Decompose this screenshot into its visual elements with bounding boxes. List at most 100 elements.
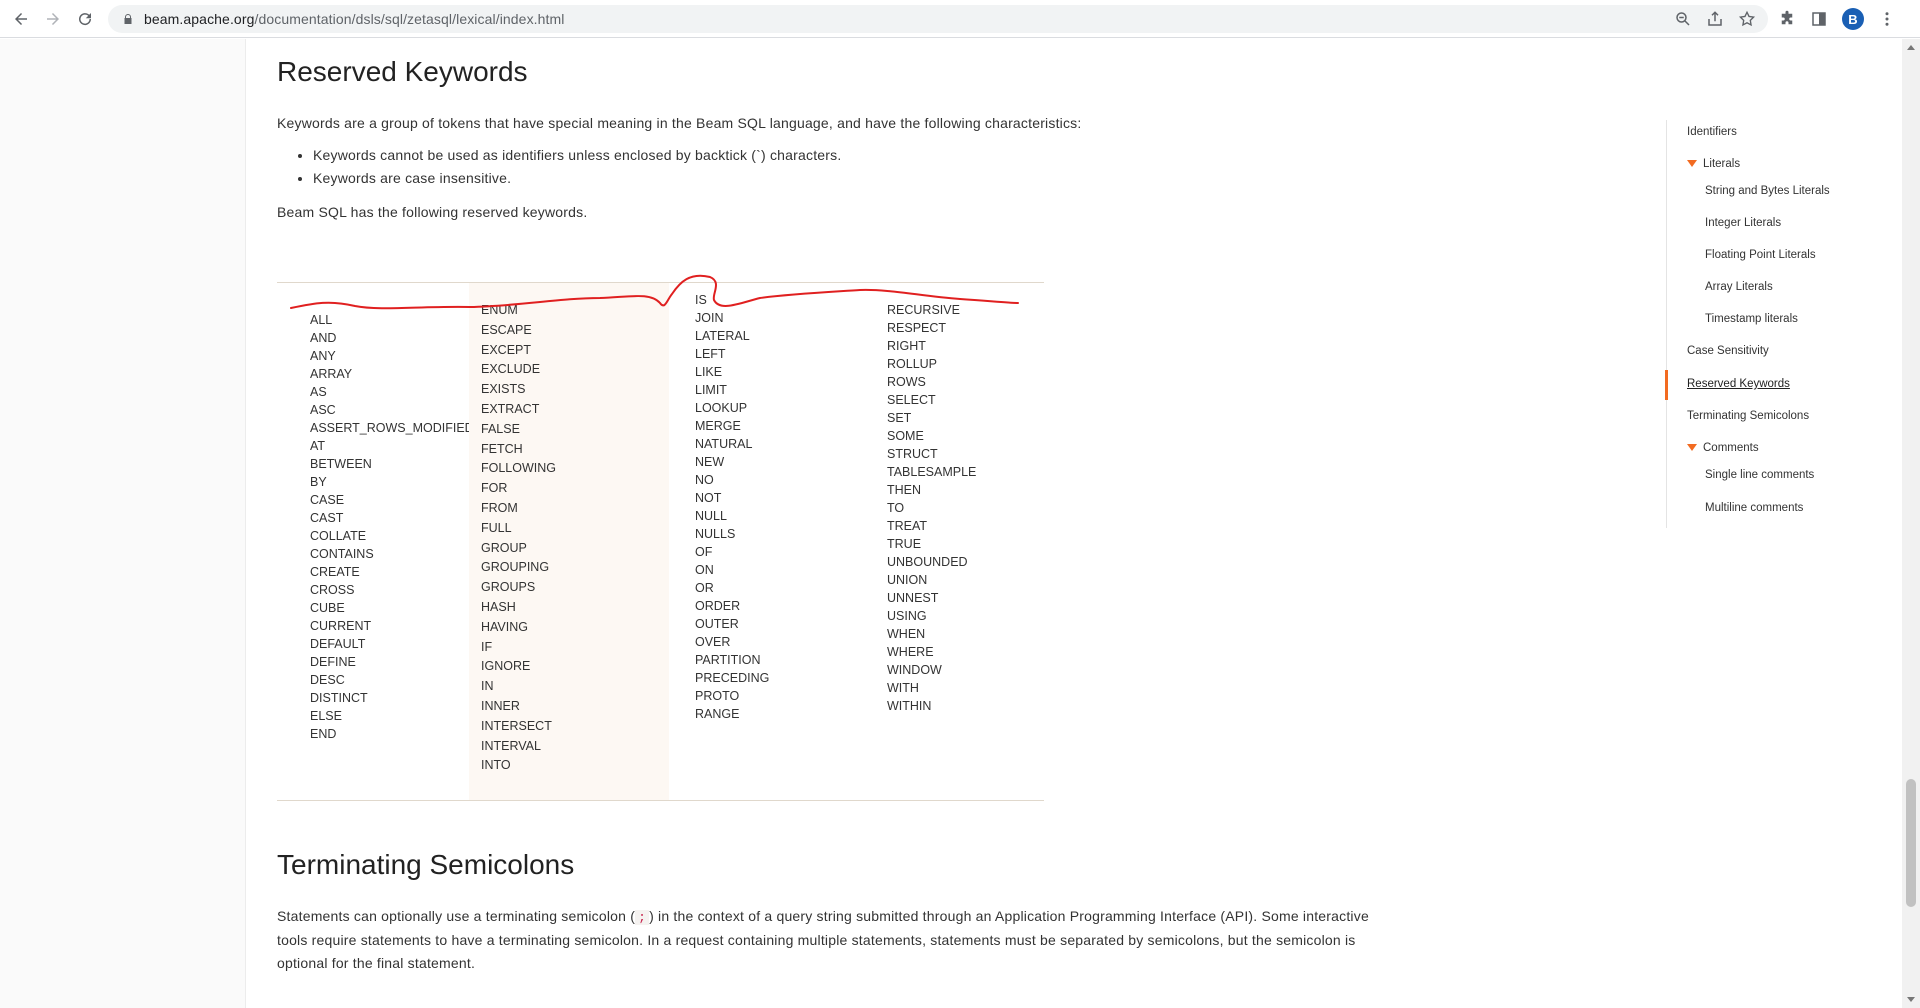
toc-timestamp-literals[interactable]: Timestamp literals (1705, 313, 1798, 325)
toc-comments-group[interactable]: Comments (1687, 442, 1759, 454)
toc-array-literals[interactable]: Array Literals (1705, 281, 1773, 293)
keyword-item: INTERSECT (481, 718, 552, 733)
keyword-item: LEFT (695, 347, 726, 361)
semicolon-code: ; (635, 910, 650, 925)
keyword-item: CASE (310, 493, 345, 507)
keyword-item: ASSERT_ROWS_MODIFIED (310, 421, 474, 435)
toc-literals: Literals (1703, 158, 1741, 170)
url-path: /documentation/dsls/sql/zetasql/lexical/… (254, 11, 565, 27)
extensions-puzzle-icon[interactable] (1778, 10, 1796, 28)
keyword-item: LIMIT (695, 383, 727, 397)
side-panel-icon[interactable] (1810, 10, 1828, 28)
scroll-up-arrow-icon[interactable] (1907, 45, 1915, 50)
keyword-item: TABLESAMPLE (887, 465, 977, 479)
keyword-item: RANGE (695, 707, 740, 721)
keyword-item: COLLATE (310, 529, 367, 543)
keyword-item: FALSE (481, 421, 520, 436)
keyword-item: CROSS (310, 583, 355, 597)
keyword-item: OVER (695, 635, 731, 649)
keyword-item: FROM (481, 501, 518, 515)
keyword-item: AND (310, 331, 337, 345)
lock-icon[interactable] (122, 13, 134, 25)
reserved-keywords-table: ALL AND ANY ARRAY AS ASC ASSERT_ROWS_MODIFIED A… (277, 282, 1044, 801)
terminating-paragraph: Statements can optionally use a terminat… (277, 905, 1377, 975)
zoom-icon[interactable] (1674, 10, 1692, 28)
keyword-item: BETWEEN (310, 457, 372, 471)
keyword-item: DESC (310, 673, 345, 687)
toc-case-sensitivity[interactable]: Case Sensitivity (1687, 345, 1769, 357)
toc-single-line-comments[interactable]: Single line comments (1705, 469, 1814, 481)
keyword-item: ON (695, 563, 714, 577)
keyword-item: UNBOUNDED (887, 555, 968, 569)
keyword-item: PRECEDING (695, 671, 770, 685)
keyword-item: TO (887, 501, 905, 515)
keyword-item: INNER (481, 699, 520, 713)
keyword-item: OF (695, 545, 713, 559)
keyword-item: ARRAY (310, 367, 353, 381)
toc-integer-literals[interactable]: Integer Literals (1705, 217, 1781, 229)
address-bar[interactable]: beam.apache.org/documentation/dsls/sql/z… (108, 5, 1768, 33)
back-arrow-icon[interactable] (8, 6, 34, 32)
keyword-item: GROUPS (481, 580, 536, 595)
keyword-item: WINDOW (887, 663, 942, 677)
toc-reserved-keywords[interactable]: Reserved Keywords (1687, 378, 1790, 390)
page-scrollbar[interactable] (1902, 39, 1920, 1008)
toc-floating-point-literals[interactable]: Floating Point Literals (1705, 249, 1816, 261)
keyword-item: GROUP (481, 540, 527, 555)
toc-identifiers[interactable]: Identifiers (1687, 126, 1737, 138)
keyword-item: FOLLOWING (481, 461, 557, 476)
url-text[interactable]: beam.apache.org/documentation/dsls/sql/z… (144, 11, 565, 27)
keyword-item: IF (481, 639, 493, 654)
scroll-down-arrow-icon[interactable] (1907, 997, 1915, 1002)
keyword-item: MERGE (695, 419, 741, 433)
bookmark-star-icon[interactable] (1738, 10, 1756, 28)
keyword-item: JOIN (695, 311, 724, 325)
keyword-item: NULLS (695, 527, 736, 541)
keyword-item: FULL (481, 520, 512, 535)
keyword-item: WITH (887, 681, 919, 695)
toc-literals-group[interactable]: Literals (1687, 158, 1740, 170)
keyword-item: IGNORE (481, 659, 531, 674)
keyword-item: WHERE (887, 645, 934, 659)
scrollbar-thumb[interactable] (1906, 779, 1916, 907)
table-of-contents: Identifiers Literals String and Bytes Li… (1665, 120, 1866, 528)
share-icon[interactable] (1706, 10, 1724, 28)
url-host: beam.apache.org (144, 11, 255, 27)
toc-active-indicator (1665, 370, 1668, 400)
keyword-item: RESPECT (887, 321, 947, 335)
keyword-item: ANY (310, 349, 336, 363)
keyword-item: ROLLUP (887, 357, 938, 371)
keyword-item: IN (481, 679, 494, 694)
keyword-item: DEFINE (310, 655, 356, 669)
keyword-item: DEFAULT (310, 637, 366, 651)
browser-menu-icon[interactable] (1878, 10, 1896, 28)
caret-down-icon (1687, 444, 1697, 452)
keyword-item: END (310, 727, 337, 741)
keyword-item: ORDER (695, 599, 741, 613)
keyword-item: NEW (695, 455, 725, 469)
profile-avatar[interactable]: B (1842, 8, 1864, 30)
keyword-item: PROTO (695, 689, 740, 703)
keyword-item: USING (887, 609, 927, 623)
terminating-text-start: Statements can optionally use a terminat… (277, 908, 636, 924)
keyword-item: ESCAPE (481, 322, 532, 337)
toc-terminating-semicolons[interactable]: Terminating Semicolons (1687, 410, 1809, 422)
keyword-item: EXCEPT (481, 342, 532, 357)
keyword-item: OR (695, 581, 714, 595)
keyword-item: LOOKUP (695, 401, 748, 415)
forward-arrow-icon[interactable] (40, 6, 66, 32)
keyword-item: ELSE (310, 709, 342, 723)
keyword-item: CREATE (310, 565, 360, 579)
keyword-item: INTERVAL (481, 738, 541, 753)
toc-string-bytes-literals[interactable]: String and Bytes Literals (1705, 185, 1830, 197)
reload-icon[interactable] (72, 6, 98, 32)
heading-reserved-keywords: Reserved Keywords (277, 56, 528, 87)
keyword-item: DISTINCT (310, 691, 368, 705)
keyword-column-2: ENUM ESCAPE EXCEPT EXCLUDE EXISTS EXTRACT FALS… (469, 283, 669, 800)
toc-multiline-comments[interactable]: Multiline comments (1705, 502, 1803, 514)
toc-comments: Comments (1703, 442, 1759, 454)
keyword-item: STRUCT (887, 447, 938, 461)
keyword-item: TRUE (887, 537, 922, 551)
keyword-item: RECURSIVE (887, 303, 960, 317)
keyword-column-4: RECURSIVE RESPECT RIGHT ROLLUP ROWS SELECT SET… (875, 283, 1035, 800)
